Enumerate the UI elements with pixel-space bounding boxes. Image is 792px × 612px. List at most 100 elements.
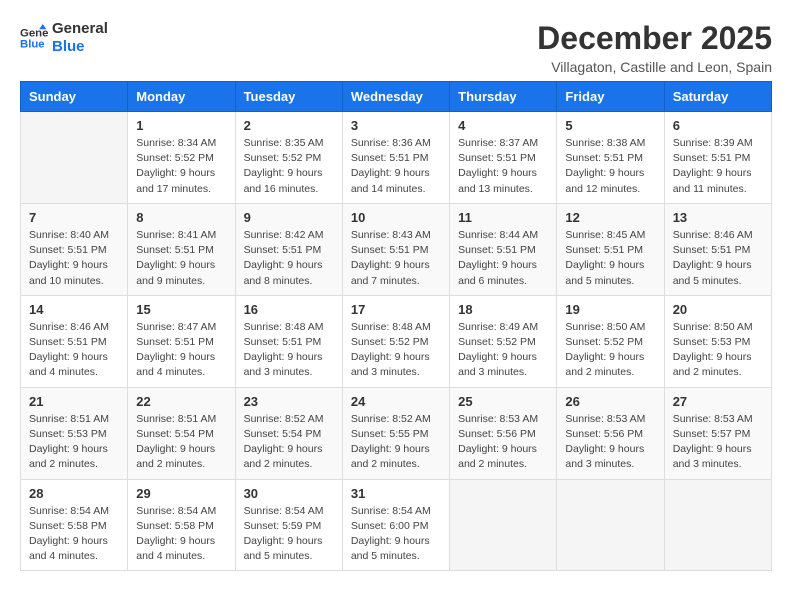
day-number: 14	[29, 302, 119, 317]
day-number: 30	[244, 486, 334, 501]
day-detail: Sunrise: 8:47 AMSunset: 5:51 PMDaylight:…	[136, 320, 226, 381]
day-detail: Sunrise: 8:48 AMSunset: 5:52 PMDaylight:…	[351, 320, 441, 381]
day-detail: Sunrise: 8:50 AMSunset: 5:53 PMDaylight:…	[673, 320, 763, 381]
day-cell: 26Sunrise: 8:53 AMSunset: 5:56 PMDayligh…	[557, 387, 664, 479]
day-detail: Sunrise: 8:54 AMSunset: 5:58 PMDaylight:…	[29, 504, 119, 565]
calendar-table: SundayMondayTuesdayWednesdayThursdayFrid…	[20, 81, 772, 571]
day-detail: Sunrise: 8:42 AMSunset: 5:51 PMDaylight:…	[244, 228, 334, 289]
day-number: 25	[458, 394, 548, 409]
day-cell	[21, 112, 128, 204]
logo-icon: General Blue	[20, 24, 48, 52]
day-cell: 10 Sunrise: 8:43 AMSunset: 5:51 PMDayligh…	[342, 203, 449, 295]
day-header-saturday: Saturday	[664, 82, 771, 112]
day-cell: 11Sunrise: 8:44 AMSunset: 5:51 PMDayligh…	[450, 203, 557, 295]
day-cell: 6Sunrise: 8:39 AMSunset: 5:51 PMDaylight…	[664, 112, 771, 204]
day-cell: 21 Sunrise: 8:51 AMSunset: 5:53 PMDayligh…	[21, 387, 128, 479]
title-block: December 2025 Villagaton, Castille and L…	[537, 20, 772, 75]
day-cell: 9 Sunrise: 8:42 AMSunset: 5:51 PMDaylight…	[235, 203, 342, 295]
day-cell: 7Sunrise: 8:40 AMSunset: 5:51 PMDaylight…	[21, 203, 128, 295]
day-detail: Sunrise: 8:51 AMSunset: 5:53 PMDaylight:…	[29, 412, 119, 473]
day-number: 20	[673, 302, 763, 317]
day-number: 13	[673, 210, 763, 225]
day-number: 17	[351, 302, 441, 317]
day-cell: 5 Sunrise: 8:38 AMSunset: 5:51 PMDaylight…	[557, 112, 664, 204]
week-row-1: 1 Sunrise: 8:34 AMSunset: 5:52 PMDaylight…	[21, 112, 772, 204]
day-cell: 20 Sunrise: 8:50 AMSunset: 5:53 PMDayligh…	[664, 295, 771, 387]
day-detail: Sunrise: 8:46 AMSunset: 5:51 PMDaylight:…	[673, 228, 763, 289]
day-detail: Sunrise: 8:44 AMSunset: 5:51 PMDaylight:…	[458, 228, 548, 289]
logo: General Blue General Blue	[20, 20, 108, 56]
day-cell: 22Sunrise: 8:51 AMSunset: 5:54 PMDayligh…	[128, 387, 235, 479]
day-cell: 2 Sunrise: 8:35 AMSunset: 5:52 PMDaylight…	[235, 112, 342, 204]
day-cell: 29 Sunrise: 8:54 AMSunset: 5:58 PMDayligh…	[128, 479, 235, 571]
day-cell: 1 Sunrise: 8:34 AMSunset: 5:52 PMDaylight…	[128, 112, 235, 204]
day-detail: Sunrise: 8:34 AMSunset: 5:52 PMDaylight:…	[136, 136, 226, 197]
day-number: 6	[673, 118, 763, 133]
day-header-wednesday: Wednesday	[342, 82, 449, 112]
days-header-row: SundayMondayTuesdayWednesdayThursdayFrid…	[21, 82, 772, 112]
day-cell: 17 Sunrise: 8:48 AMSunset: 5:52 PMDayligh…	[342, 295, 449, 387]
week-row-2: 7Sunrise: 8:40 AMSunset: 5:51 PMDaylight…	[21, 203, 772, 295]
day-detail: Sunrise: 8:43 AMSunset: 5:51 PMDaylight:…	[351, 228, 441, 289]
day-number: 2	[244, 118, 334, 133]
day-number: 21	[29, 394, 119, 409]
day-number: 28	[29, 486, 119, 501]
day-detail: Sunrise: 8:50 AMSunset: 5:52 PMDaylight:…	[565, 320, 655, 381]
day-detail: Sunrise: 8:36 AMSunset: 5:51 PMDaylight:…	[351, 136, 441, 197]
day-detail: Sunrise: 8:38 AMSunset: 5:51 PMDaylight:…	[565, 136, 655, 197]
day-cell: 13 Sunrise: 8:46 AMSunset: 5:51 PMDayligh…	[664, 203, 771, 295]
day-cell: 3 Sunrise: 8:36 AMSunset: 5:51 PMDaylight…	[342, 112, 449, 204]
day-detail: Sunrise: 8:54 AMSunset: 6:00 PMDaylight:…	[351, 504, 441, 565]
day-number: 26	[565, 394, 655, 409]
day-header-thursday: Thursday	[450, 82, 557, 112]
month-title: December 2025	[537, 20, 772, 57]
day-number: 1	[136, 118, 226, 133]
day-number: 27	[673, 394, 763, 409]
day-detail: Sunrise: 8:51 AMSunset: 5:54 PMDaylight:…	[136, 412, 226, 473]
day-cell: 4Sunrise: 8:37 AMSunset: 5:51 PMDaylight…	[450, 112, 557, 204]
day-number: 31	[351, 486, 441, 501]
day-cell	[450, 479, 557, 571]
day-number: 29	[136, 486, 226, 501]
day-cell: 28 Sunrise: 8:54 AMSunset: 5:58 PMDayligh…	[21, 479, 128, 571]
day-number: 10	[351, 210, 441, 225]
day-detail: Sunrise: 8:52 AMSunset: 5:54 PMDaylight:…	[244, 412, 334, 473]
week-row-4: 21 Sunrise: 8:51 AMSunset: 5:53 PMDayligh…	[21, 387, 772, 479]
day-cell: 25Sunrise: 8:53 AMSunset: 5:56 PMDayligh…	[450, 387, 557, 479]
day-number: 8	[136, 210, 226, 225]
day-header-tuesday: Tuesday	[235, 82, 342, 112]
day-number: 19	[565, 302, 655, 317]
day-detail: Sunrise: 8:46 AMSunset: 5:51 PMDaylight:…	[29, 320, 119, 381]
day-cell: 8 Sunrise: 8:41 AMSunset: 5:51 PMDaylight…	[128, 203, 235, 295]
week-row-3: 14 Sunrise: 8:46 AMSunset: 5:51 PMDayligh…	[21, 295, 772, 387]
location: Villagaton, Castille and Leon, Spain	[537, 59, 772, 75]
logo-line1: General	[52, 20, 108, 38]
day-detail: Sunrise: 8:41 AMSunset: 5:51 PMDaylight:…	[136, 228, 226, 289]
header: General Blue General Blue December 2025 …	[20, 20, 772, 75]
day-number: 23	[244, 394, 334, 409]
day-detail: Sunrise: 8:45 AMSunset: 5:51 PMDaylight:…	[565, 228, 655, 289]
day-header-friday: Friday	[557, 82, 664, 112]
svg-text:Blue: Blue	[20, 39, 45, 51]
day-number: 7	[29, 210, 119, 225]
page-container: General Blue General Blue December 2025 …	[20, 20, 772, 571]
day-number: 3	[351, 118, 441, 133]
day-cell	[664, 479, 771, 571]
day-header-sunday: Sunday	[21, 82, 128, 112]
day-cell: 24 Sunrise: 8:52 AMSunset: 5:55 PMDayligh…	[342, 387, 449, 479]
day-cell: 15Sunrise: 8:47 AMSunset: 5:51 PMDayligh…	[128, 295, 235, 387]
day-number: 12	[565, 210, 655, 225]
day-cell: 30Sunrise: 8:54 AMSunset: 5:59 PMDayligh…	[235, 479, 342, 571]
day-cell: 23 Sunrise: 8:52 AMSunset: 5:54 PMDayligh…	[235, 387, 342, 479]
day-cell: 27Sunrise: 8:53 AMSunset: 5:57 PMDayligh…	[664, 387, 771, 479]
day-number: 5	[565, 118, 655, 133]
day-detail: Sunrise: 8:54 AMSunset: 5:58 PMDaylight:…	[136, 504, 226, 565]
day-number: 9	[244, 210, 334, 225]
day-detail: Sunrise: 8:52 AMSunset: 5:55 PMDaylight:…	[351, 412, 441, 473]
day-number: 24	[351, 394, 441, 409]
day-cell: 18Sunrise: 8:49 AMSunset: 5:52 PMDayligh…	[450, 295, 557, 387]
day-number: 16	[244, 302, 334, 317]
day-cell: 19 Sunrise: 8:50 AMSunset: 5:52 PMDayligh…	[557, 295, 664, 387]
day-detail: Sunrise: 8:35 AMSunset: 5:52 PMDaylight:…	[244, 136, 334, 197]
day-number: 4	[458, 118, 548, 133]
